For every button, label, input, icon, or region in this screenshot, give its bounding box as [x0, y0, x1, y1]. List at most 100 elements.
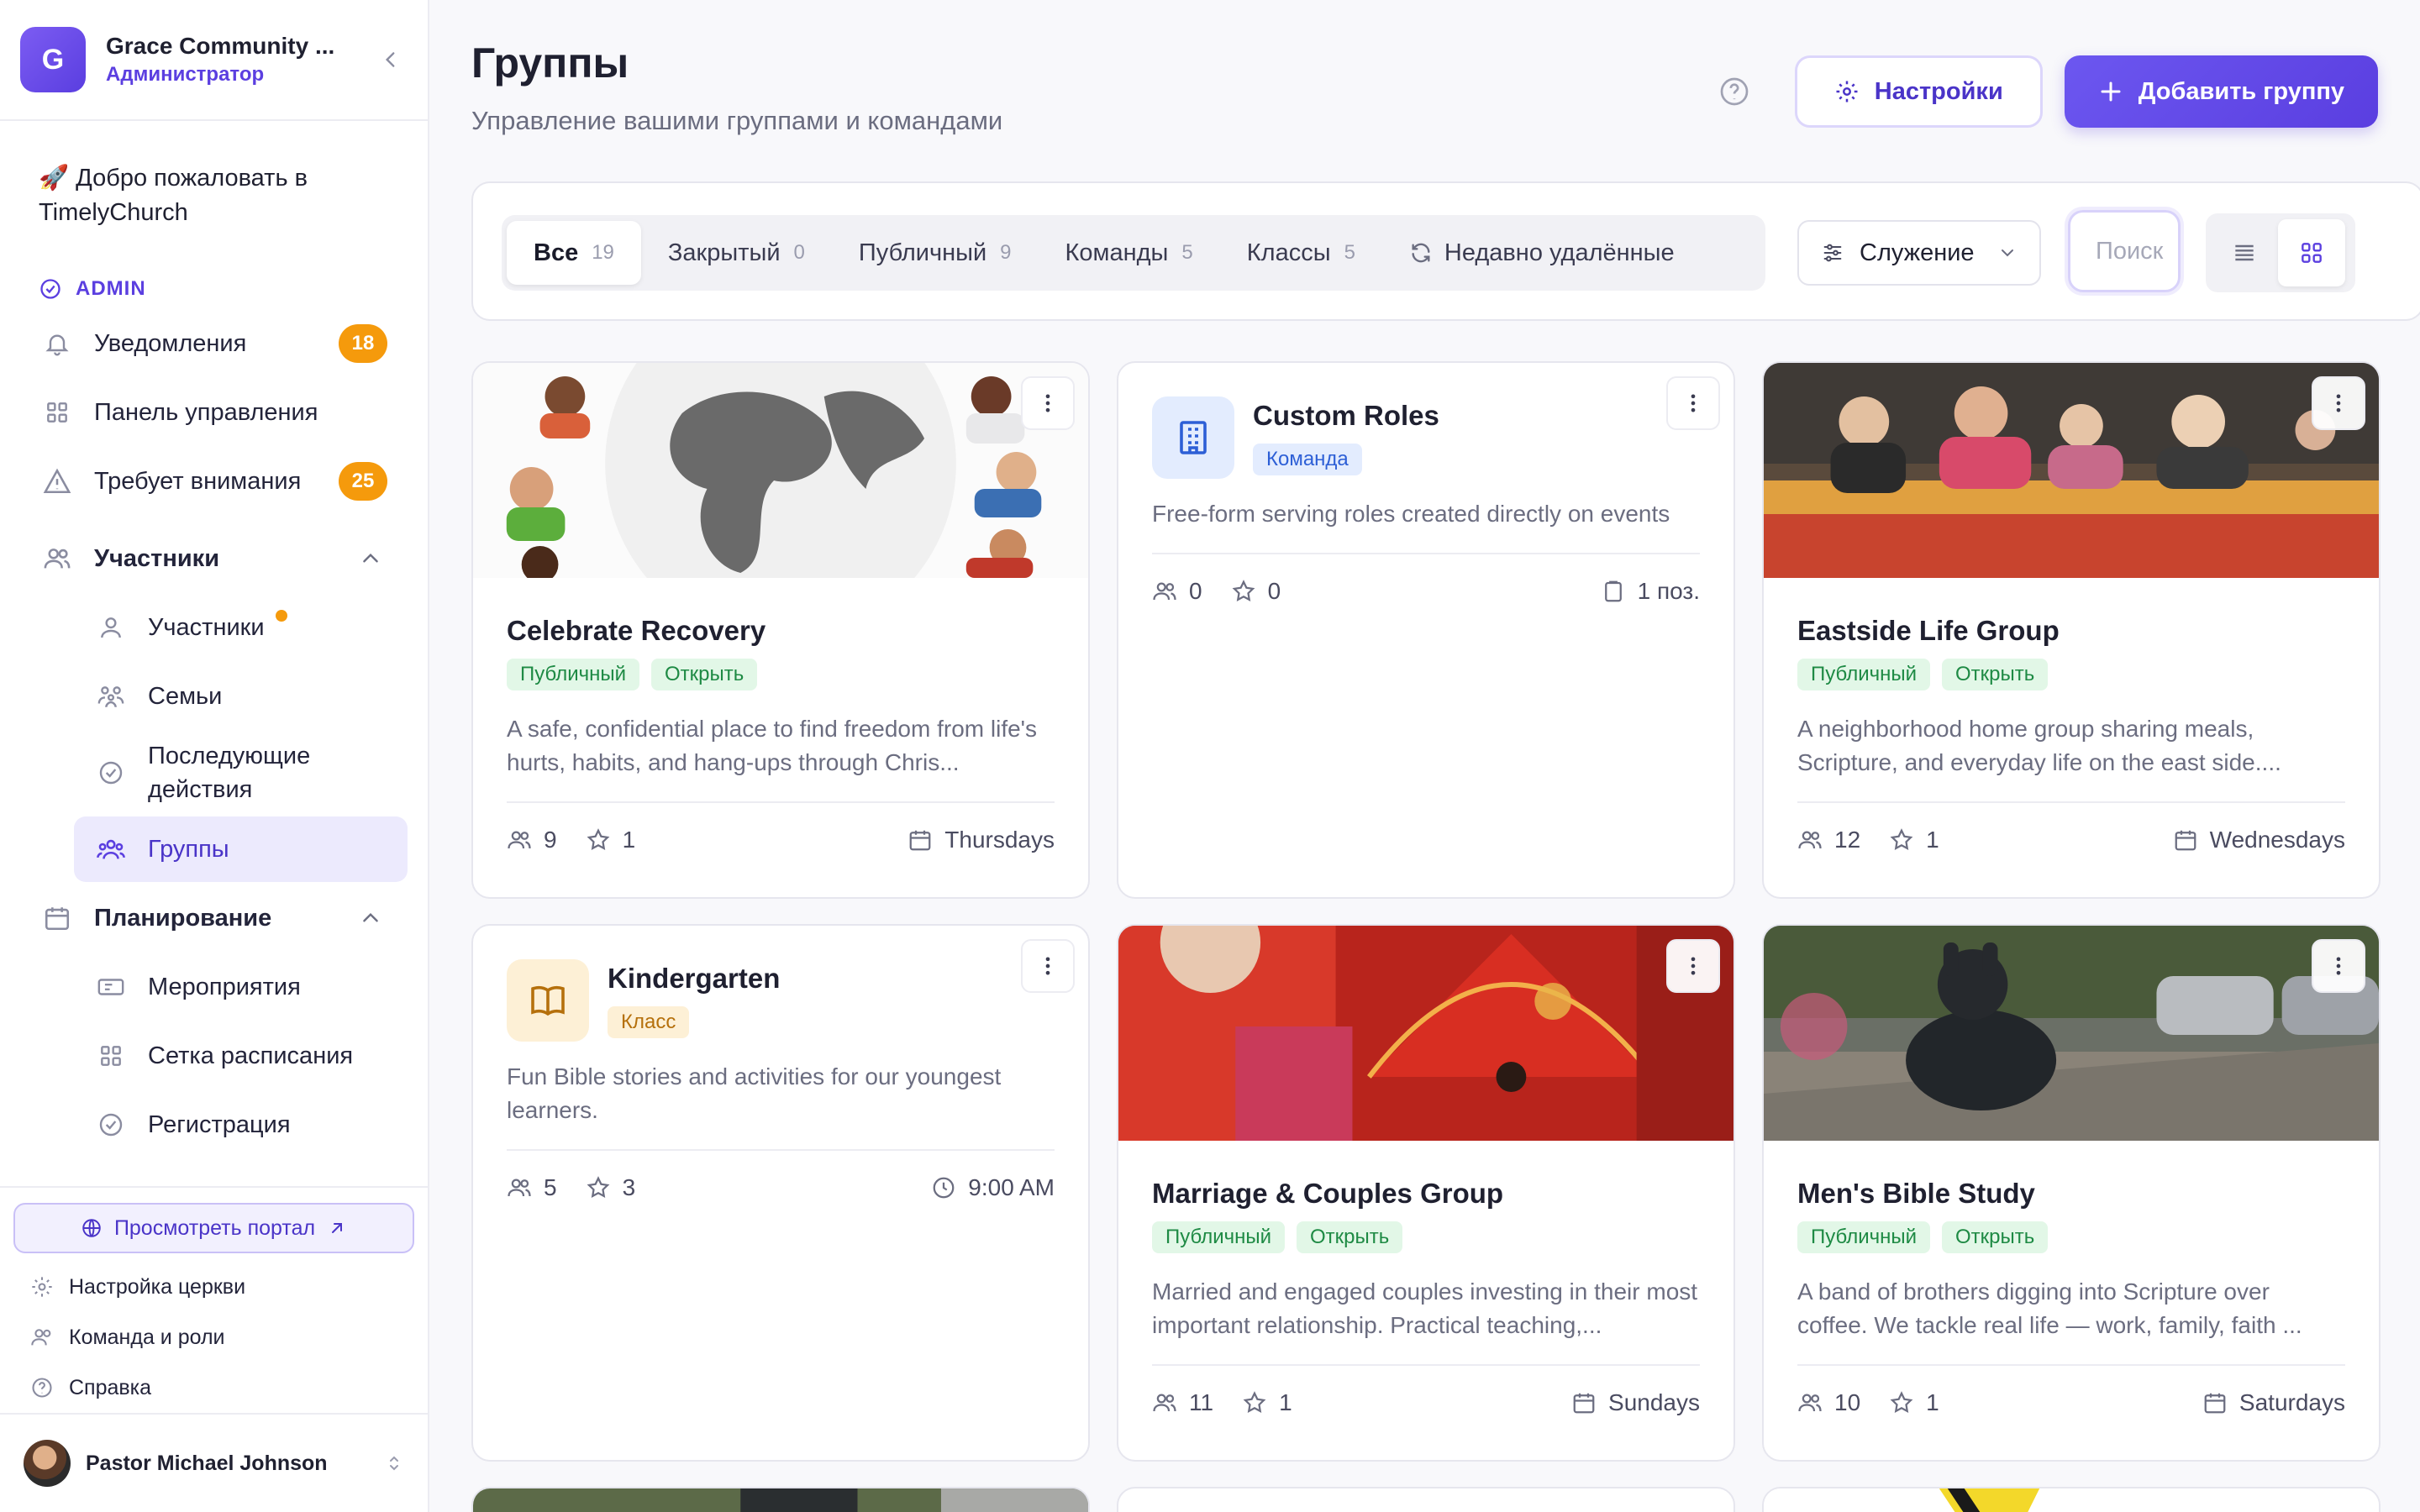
sidebar-group-planning[interactable]: Планирование — [20, 885, 408, 951]
help-label: Справка — [69, 1375, 152, 1399]
users-icon — [508, 1179, 531, 1197]
users-icon — [1798, 1394, 1822, 1412]
users-icon — [1153, 1394, 1176, 1412]
leader-count: 1 — [1242, 1389, 1292, 1416]
sidebar: G Grace Community ... Администратор 🚀 До… — [0, 0, 429, 1512]
view-portal-button[interactable]: Просмотреть портал — [13, 1203, 414, 1253]
users-icon — [40, 542, 74, 575]
sidebar-item-followups[interactable]: Последующие действия — [74, 732, 408, 813]
card-divider — [1797, 1364, 2345, 1366]
clock-icon — [933, 1177, 955, 1199]
card-tags: Публичный Открыть — [507, 659, 1055, 690]
tab-public[interactable]: Публичный 9 — [832, 221, 1039, 285]
grid-icon — [40, 396, 74, 429]
ministry-filter-dropdown[interactable]: Служение — [1797, 220, 2041, 286]
groups-icon — [94, 832, 128, 866]
tab-count: 5 — [1344, 241, 1355, 264]
team-icon-tile — [1152, 396, 1234, 479]
more-vertical-icon — [1691, 394, 1696, 412]
card-tags: Публичный Открыть — [1797, 659, 2345, 690]
more-vertical-icon — [2336, 957, 2341, 975]
card-menu-button[interactable] — [2312, 376, 2365, 430]
group-card[interactable]: Men's Bible Study Публичный Открыть A ba… — [1762, 924, 2381, 1462]
admin-label: ADMIN — [76, 277, 146, 300]
search-input[interactable]: Поиск — [2068, 210, 2181, 292]
sidebar-item-families[interactable]: Семьи — [74, 664, 408, 729]
grid-icon — [2302, 243, 2322, 263]
sidebar-item-notifications[interactable]: Уведомления 18 — [20, 311, 408, 376]
card-body: Marriage & Couples Group Публичный Откры… — [1152, 1178, 1700, 1416]
sidebar-item-groups[interactable]: Группы — [74, 816, 408, 882]
view-portal-label: Просмотреть портал — [113, 1215, 316, 1240]
grid-view-button[interactable] — [2278, 219, 2345, 286]
tab-classes[interactable]: Классы 5 — [1220, 221, 1382, 285]
member-count-value: 0 — [1189, 578, 1202, 604]
card-menu-button[interactable] — [1666, 939, 1720, 993]
building-icon — [1180, 421, 1207, 454]
tab-all[interactable]: Все 19 — [507, 221, 641, 285]
leader-count-value: 1 — [1926, 1389, 1939, 1415]
group-card[interactable]: Marriage & Couples Group Публичный Откры… — [1117, 924, 1735, 1462]
church-setup-link[interactable]: Настройка церкви — [0, 1262, 428, 1312]
user-menu[interactable]: Pastor Michael Johnson — [0, 1413, 428, 1512]
card-divider — [1152, 553, 1700, 554]
card-stats: 10 1 Saturdays — [1797, 1389, 2345, 1416]
sidebar-item-registration[interactable]: Регистрация — [74, 1092, 408, 1158]
leader-count-value: 1 — [1279, 1389, 1292, 1415]
org-switcher[interactable]: G Grace Community ... Администратор — [0, 0, 428, 121]
card-heading: Custom Roles Команда — [1253, 400, 1439, 475]
sidebar-group-members[interactable]: Участники — [20, 526, 408, 591]
member-count: 10 — [1797, 1389, 1860, 1416]
sidebar-item-members[interactable]: Участники — [74, 595, 408, 660]
tab-recently-deleted[interactable]: Недавно удалённые — [1382, 221, 1702, 285]
sidebar-item-schedule[interactable]: Сетка расписания — [74, 1023, 408, 1089]
star-icon — [1890, 1391, 1913, 1413]
plus-icon — [2101, 81, 2121, 102]
leader-count-value: 3 — [622, 1174, 636, 1200]
user-icon — [94, 611, 128, 644]
tab-label: Публичный — [858, 239, 987, 266]
help-circle-icon[interactable] — [1718, 75, 1751, 108]
group-card[interactable]: Eastside Life Group Публичный Открыть A … — [1762, 361, 2381, 899]
group-cover-image — [1118, 926, 1733, 1141]
list-view-button[interactable] — [2211, 219, 2278, 286]
tab-teams[interactable]: Команды 5 — [1039, 221, 1220, 285]
card-menu-button[interactable] — [2312, 939, 2365, 993]
unread-dot — [276, 610, 287, 622]
group-card[interactable] — [1117, 1487, 1735, 1512]
card-menu-button[interactable] — [1666, 376, 1720, 430]
main-content: Группы Управление вашими группами и кома… — [429, 0, 2420, 1512]
settings-button[interactable]: Настройки — [1794, 55, 2043, 128]
sidebar-item-attention[interactable]: Требует внимания 25 — [20, 449, 408, 514]
group-card[interactable]: Celebrate Recovery Публичный Открыть A s… — [471, 361, 1090, 899]
team-roles-link[interactable]: Команда и роли — [0, 1312, 428, 1362]
add-group-button[interactable]: Добавить группу — [2064, 55, 2378, 128]
collapse-sidebar-button[interactable] — [374, 43, 408, 76]
group-card[interactable]: Custom Roles Команда Free-form serving r… — [1117, 361, 1735, 899]
group-card[interactable]: Kindergarten Класс Fun Bible stories and… — [471, 924, 1090, 1462]
group-cover-image — [1764, 1488, 2379, 1512]
add-group-label: Добавить группу — [2138, 77, 2344, 105]
group-type-tabs: Все 19 Закрытый 0 Публичный 9 Команды 5 Клас… — [502, 215, 1765, 291]
sliders-icon — [1823, 244, 1842, 262]
tab-closed[interactable]: Закрытый 0 — [641, 221, 832, 285]
open-tag: Открыть — [1942, 659, 2049, 690]
sidebar-item-dashboard[interactable]: Панель управления — [20, 380, 408, 445]
group-card[interactable] — [1762, 1487, 2381, 1512]
card-body: Eastside Life Group Публичный Открыть A … — [1797, 615, 2345, 853]
help-link[interactable]: Справка — [0, 1362, 428, 1413]
tab-label: Все — [534, 239, 579, 266]
leader-count-value: 0 — [1267, 578, 1281, 604]
group-card[interactable] — [471, 1487, 1090, 1512]
open-tag: Открыть — [651, 659, 758, 690]
card-menu-button[interactable] — [1021, 376, 1075, 430]
meeting-time: 9:00 AM — [931, 1174, 1055, 1201]
card-menu-button[interactable] — [1021, 939, 1075, 993]
member-count: 5 — [507, 1174, 557, 1201]
sidebar-item-label: Панель управления — [94, 398, 318, 426]
member-count-value: 11 — [1189, 1389, 1214, 1415]
card-divider — [507, 801, 1055, 803]
card-stats: 11 1 Sundays — [1152, 1389, 1700, 1416]
sidebar-item-events[interactable]: Мероприятия — [74, 954, 408, 1020]
more-vertical-icon — [1045, 394, 1050, 412]
